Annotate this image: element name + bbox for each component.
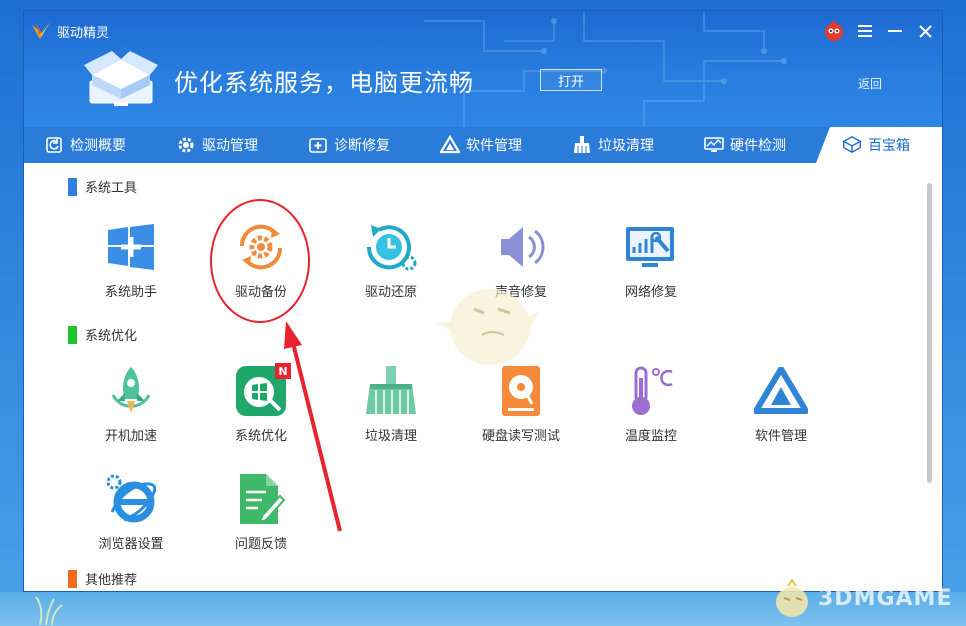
tab-overview[interactable]: 检测概要 <box>24 127 156 163</box>
watermark-text: 3DMGAME <box>818 585 953 611</box>
section-other: 其他推荐 <box>68 569 137 588</box>
tab-toolbox[interactable]: 百宝箱 <box>816 127 942 163</box>
tab-label: 百宝箱 <box>868 138 910 154</box>
network-monitor-icon <box>623 219 679 275</box>
main-tabs: 检测概要 驱动管理 诊断修复 软件管理 垃圾清理 硬件检测 百宝箱 <box>24 127 942 163</box>
tool-label: 系统优化 <box>234 429 287 444</box>
tool-junk-clean[interactable]: 垃圾清理 <box>336 363 446 444</box>
windows-plus-icon <box>103 219 159 275</box>
section-marker <box>68 569 77 588</box>
watermark-mascot-icon <box>776 578 808 617</box>
tool-label: 软件管理 <box>754 429 807 444</box>
tab-hardware[interactable]: 硬件检测 <box>684 127 816 163</box>
section-title: 其他推荐 <box>85 573 138 588</box>
clock-restore-icon <box>363 219 419 275</box>
tool-boot-speedup[interactable]: 开机加速 <box>76 363 186 444</box>
section-system-tools: 系统工具 <box>68 177 137 196</box>
toolbox-content: 系统工具 系统助手 驱动备份 驱动还原 声音修复 网络修复 系统优化 开机加速 … <box>24 163 942 591</box>
triangle-icon <box>440 135 460 155</box>
tab-software[interactable]: 软件管理 <box>420 127 552 163</box>
section-title: 系统工具 <box>85 181 138 196</box>
menu-icon[interactable] <box>854 20 876 42</box>
mascot-icon[interactable] <box>822 19 846 43</box>
site-watermark: 3DMGAME <box>770 576 952 620</box>
thermometer-icon <box>623 363 679 419</box>
tool-label: 温度监控 <box>624 429 677 444</box>
broom-icon <box>363 363 419 419</box>
monitor-icon <box>704 135 724 155</box>
section-system-optimize: 系统优化 <box>68 325 137 344</box>
gear-icon <box>176 135 196 155</box>
tool-driver-restore[interactable]: 驱动还原 <box>336 219 446 300</box>
tab-diagnose[interactable]: 诊断修复 <box>288 127 420 163</box>
tool-network-repair[interactable]: 网络修复 <box>596 219 706 300</box>
mascot-watermark-icon <box>436 289 540 365</box>
tool-disk-rw-test[interactable]: 硬盘读写测试 <box>466 363 576 444</box>
close-icon[interactable] <box>914 20 936 42</box>
section-marker <box>68 325 77 344</box>
new-badge: N <box>275 363 291 379</box>
tab-label: 诊断修复 <box>334 138 390 154</box>
tool-label: 网络修复 <box>624 285 677 300</box>
speaker-icon <box>493 219 549 275</box>
box-icon <box>842 135 862 155</box>
browser-icon <box>103 471 159 527</box>
tool-label: 浏览器设置 <box>98 537 164 552</box>
main-window: 驱动精灵 优化系统服务，电脑更流畅 打开 返回 检测概要 驱动管理 诊断修复 软… <box>23 10 943 592</box>
highlight-circle <box>210 199 310 323</box>
toolbox-icon <box>84 51 158 106</box>
tool-label: 垃圾清理 <box>364 429 417 444</box>
tab-label: 软件管理 <box>466 138 522 154</box>
app-title: 驱动精灵 <box>57 26 110 41</box>
tab-junk-clean[interactable]: 垃圾清理 <box>552 127 684 163</box>
desktop-decoration-icon <box>35 596 63 625</box>
tool-label: 系统助手 <box>104 285 157 300</box>
tool-label: 问题反馈 <box>234 537 287 552</box>
back-link[interactable]: 返回 <box>858 75 882 92</box>
tool-system-helper[interactable]: 系统助手 <box>76 219 186 300</box>
tool-temp-monitor[interactable]: 温度监控 <box>596 363 706 444</box>
tab-label: 检测概要 <box>70 138 126 154</box>
minimize-icon[interactable] <box>884 20 906 42</box>
tab-driver-manage[interactable]: 驱动管理 <box>156 127 288 163</box>
scrollbar[interactable] <box>927 183 932 483</box>
tool-label: 驱动还原 <box>364 285 417 300</box>
tool-label: 开机加速 <box>104 429 157 444</box>
refresh-icon <box>44 135 64 155</box>
hard-disk-icon <box>493 363 549 419</box>
tool-software-manage[interactable]: 软件管理 <box>726 363 836 444</box>
section-title: 系统优化 <box>85 329 138 344</box>
broom-icon <box>572 135 592 155</box>
rocket-icon <box>103 363 159 419</box>
tab-label: 驱动管理 <box>202 138 258 154</box>
tab-label: 垃圾清理 <box>598 138 654 154</box>
medkit-icon <box>308 135 328 155</box>
banner-slogan: 优化系统服务，电脑更流畅 <box>174 69 474 97</box>
section-marker <box>68 177 77 196</box>
tool-feedback[interactable]: 问题反馈 <box>206 471 316 552</box>
open-button[interactable]: 打开 <box>540 69 602 91</box>
tool-browser-settings[interactable]: 浏览器设置 <box>76 471 186 552</box>
tool-system-optimize[interactable]: N 系统优化 <box>206 363 316 444</box>
feedback-doc-icon <box>233 471 289 527</box>
software-triangle-icon <box>753 363 809 419</box>
optimize-app-icon: N <box>233 363 291 419</box>
app-logo-icon <box>32 22 50 39</box>
window-controls <box>822 19 936 43</box>
header-banner: 驱动精灵 优化系统服务，电脑更流畅 打开 返回 <box>24 11 942 127</box>
tool-label: 硬盘读写测试 <box>481 429 560 444</box>
tab-label: 硬件检测 <box>730 138 786 154</box>
